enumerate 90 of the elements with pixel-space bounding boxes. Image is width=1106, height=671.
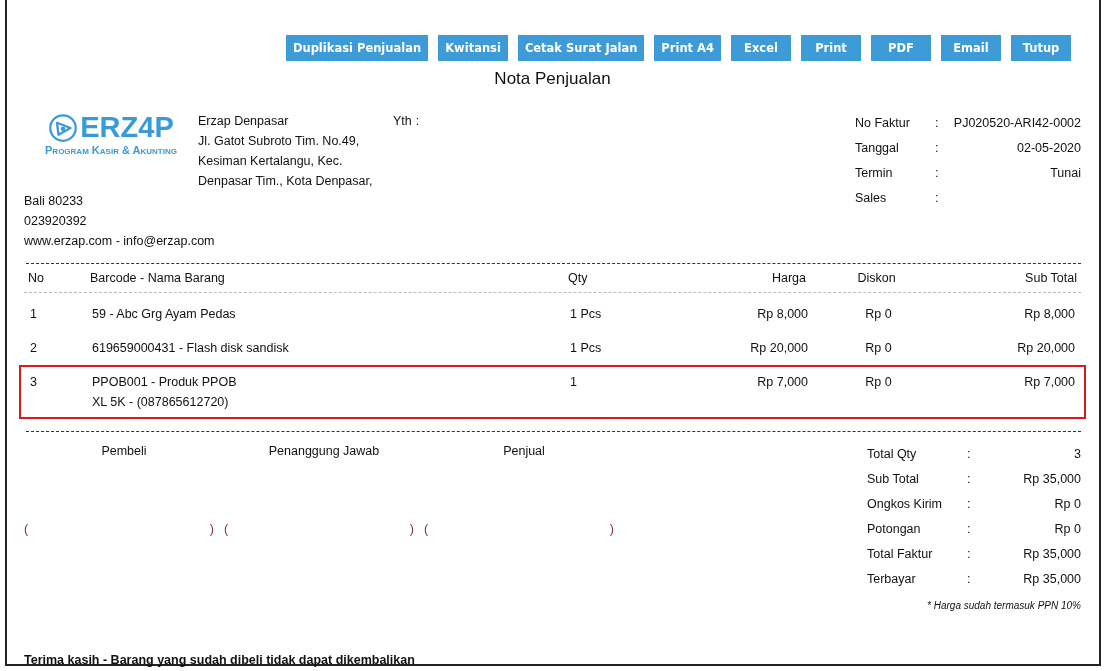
table-cell-text: Rp 20,000 (1016, 340, 1076, 357)
total-value: Rp 35,000 (1022, 571, 1081, 588)
toolbar-button[interactable]: Tutup (1011, 35, 1071, 61)
toolbar-button[interactable]: Kwitansi (438, 35, 508, 61)
table-cell-text: 3 (29, 374, 38, 391)
signature-bracket: ( (424, 522, 429, 536)
invoice-info-separator: : (935, 115, 939, 132)
recipient-separator: : (415, 113, 420, 130)
column-header: Qty (568, 270, 589, 287)
column-header: Sub Total (1024, 270, 1078, 287)
toolbar-button[interactable]: Email (941, 35, 1001, 61)
table-cell-text: Rp 0 (864, 374, 893, 391)
total-label: Sub Total (867, 471, 920, 488)
logo-wordmark: ERZ4P (80, 111, 174, 144)
company-address-line: Denpasar Tim., Kota Denpasar, (198, 173, 374, 190)
toolbar-button[interactable]: Cetak Surat Jalan (517, 35, 645, 61)
total-label: Total Qty (867, 446, 918, 463)
table-cell-text: 1 Pcs (570, 340, 603, 357)
signature-bracket: ( (224, 522, 229, 536)
table-row[interactable]: 2 619659000431 - Flash disk sandisk 1 Pcs Rp 20,000 Rp 0 Rp 20,000 (19, 331, 1086, 365)
toolbar-button[interactable]: PDF (871, 35, 931, 61)
column-header: Harga (770, 270, 806, 287)
total-label: Terbayar (867, 571, 917, 588)
company-address-line: Erzap Denpasar (198, 113, 290, 130)
tax-note: * Harga sudah termasuk PPN 10% (926, 600, 1081, 611)
table-cell-text: Rp 8,000 (1023, 306, 1076, 323)
total-separator: : (967, 496, 972, 513)
toolbar-button[interactable]: Print A4 (654, 35, 721, 61)
table-row[interactable]: 3 PPOB001 - Produk PPOB XL 5K - (087865612720) 1 Rp 7,000 Rp 0 Rp 7,000 (19, 365, 1086, 419)
table-cell-text: 619659000431 - Flash disk sandisk (92, 340, 290, 357)
table-cell-text: 1 (29, 306, 38, 323)
table-cell-text: Rp 7,000 (1023, 374, 1076, 391)
recipient-label: Yth (393, 113, 412, 130)
toolbar-button[interactable]: Print (801, 35, 861, 61)
invoice-title: Nota Penjualan (493, 69, 612, 89)
total-label: Ongkos Kirim (867, 496, 944, 513)
signature-bracket: ) (209, 522, 214, 536)
logo-tagline: Program Kasir & Akunting (45, 144, 177, 156)
total-separator: : (967, 446, 972, 463)
total-value: Rp 35,000 (1022, 546, 1081, 563)
table-cell-text: 59 - Abc Grg Ayam Pedas (92, 306, 237, 323)
column-header: Diskon (856, 270, 897, 287)
total-label: Potongan (867, 521, 922, 538)
table-cell-text: 2 (29, 340, 38, 357)
invoice-info-separator: : (935, 190, 939, 207)
company-contact-line: 023920392 (24, 213, 88, 230)
invoice-info-value: 02-05-2020 (1016, 140, 1081, 157)
table-cell-text: 1 (570, 374, 578, 391)
total-separator: : (967, 571, 972, 588)
table-cell-text: Rp 0 (864, 306, 893, 323)
invoice-info-label: Tanggal (855, 140, 900, 157)
company-contact-line: www.erzap.com - info@erzap.com (24, 233, 216, 250)
signature-label: Penjual (502, 443, 546, 460)
total-value: 3 (1073, 446, 1081, 463)
total-separator: : (967, 546, 972, 563)
invoice-info-label: Termin (855, 165, 894, 182)
company-address-line: Kesiman Kertalangu, Kec. (198, 153, 344, 170)
toolbar-button[interactable]: Duplikasi Penjualan (285, 35, 429, 61)
invoice-info-value: PJ020520-ARI42-0002 (952, 115, 1081, 132)
invoice-info-value: Tunai (1049, 165, 1081, 182)
table-cell-text: Rp 0 (864, 340, 893, 357)
table-cell-text: PPOB001 - Produk PPOB (92, 374, 238, 391)
signature-label: Penanggung Jawab (267, 443, 381, 460)
table-cell-text: XL 5K - (087865612720) (92, 394, 230, 411)
logo-icon (48, 112, 79, 143)
invoice-info-label: Sales (855, 190, 888, 207)
table-row[interactable]: 1 59 - Abc Grg Ayam Pedas 1 Pcs Rp 8,000 Rp 0 Rp 8,000 (19, 297, 1086, 331)
total-separator: : (967, 521, 972, 538)
table-cell-text: Rp 20,000 (749, 340, 808, 357)
footer-message: Terima kasih - Barang yang sudah dibeli tidak dapat dikembalikan (24, 653, 416, 667)
table-cell-text: Rp 8,000 (756, 306, 808, 323)
table-cell-text: Rp 7,000 (756, 374, 808, 391)
invoice-info-separator: : (935, 165, 939, 182)
signature-bracket: ) (409, 522, 414, 536)
toolbar-button[interactable]: Excel (731, 35, 791, 61)
total-value: Rp 0 (1053, 521, 1081, 538)
signature-label: Pembeli (100, 443, 148, 460)
column-header: Barcode - Nama Barang (90, 270, 226, 287)
table-cell-text: 1 Pcs (570, 306, 603, 323)
signature-bracket: ( (24, 522, 29, 536)
total-value: Rp 0 (1053, 496, 1081, 513)
invoice-info-label: No Faktur (855, 115, 911, 132)
company-address-line: Jl. Gatot Subroto Tim. No.49, (198, 133, 361, 150)
total-label: Total Faktur (867, 546, 934, 563)
invoice-info-separator: : (935, 140, 939, 157)
column-header: No (27, 270, 45, 287)
company-contact-line: Bali 80233 (24, 193, 85, 210)
total-separator: : (967, 471, 972, 488)
total-value: Rp 35,000 (1022, 471, 1081, 488)
signature-bracket: ) (609, 522, 614, 536)
